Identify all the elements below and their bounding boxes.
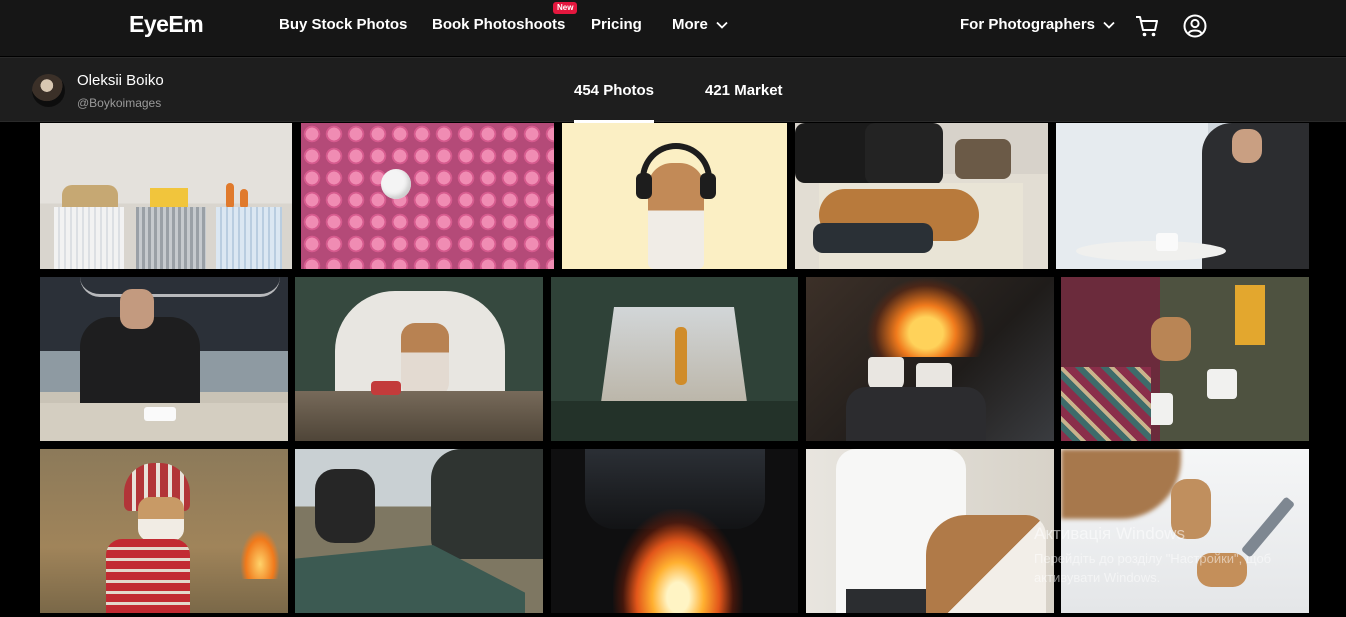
photo-tile[interactable] (795, 123, 1048, 269)
photo-tile[interactable] (301, 123, 554, 269)
nav-buy-stock-photos[interactable]: Buy Stock Photos (279, 16, 407, 33)
tab-market[interactable]: 421 Market (705, 82, 783, 99)
user-circle-icon[interactable] (1182, 13, 1208, 39)
nav-more-dropdown[interactable]: More (672, 16, 728, 33)
profile-bar: Oleksii Boiko @Boykoimages 454 Photos 42… (0, 57, 1346, 123)
tab-photos[interactable]: 454 Photos (574, 82, 655, 123)
photo-tile[interactable] (1061, 277, 1309, 441)
top-navigation: EyeEm Buy Stock Photos Book Photoshoots … (0, 0, 1346, 56)
avatar[interactable] (32, 74, 65, 107)
photo-tile[interactable] (1056, 123, 1309, 269)
for-photographers-dropdown[interactable]: For Photographers (960, 16, 1115, 33)
photo-tile[interactable] (551, 449, 798, 613)
photo-tile[interactable] (562, 123, 787, 269)
new-badge: New (553, 2, 578, 14)
windows-activation-text: Перейдіть до розділу "Настройки", щоб ак… (1034, 549, 1271, 587)
nav-book-photoshoots[interactable]: Book Photoshoots (432, 16, 565, 33)
photo-tile[interactable] (295, 277, 543, 441)
photo-tile[interactable] (551, 277, 798, 441)
windows-activation-line: активувати Windows. (1034, 570, 1161, 585)
nav-pricing[interactable]: Pricing (591, 16, 642, 33)
photo-tile[interactable] (806, 277, 1054, 441)
profile-name[interactable]: Oleksii Boiko (77, 72, 164, 89)
chevron-down-icon (1103, 21, 1115, 29)
cart-icon[interactable] (1134, 13, 1160, 39)
photo-tile[interactable] (40, 123, 292, 269)
photo-tile[interactable] (806, 449, 1054, 613)
for-photographers-label: For Photographers (960, 16, 1096, 33)
windows-activation-title: Активація Windows (1034, 524, 1185, 543)
windows-activation-line: Перейдіть до розділу "Настройки", щоб (1034, 551, 1272, 566)
nav-more-label: More (672, 16, 708, 33)
photo-tile[interactable] (295, 449, 543, 613)
photo-tile[interactable] (40, 277, 288, 441)
chevron-down-icon (716, 21, 728, 29)
profile-handle: @Boykoimages (77, 96, 162, 110)
photo-tile[interactable] (40, 449, 288, 613)
eyeem-logo[interactable]: EyeEm (129, 11, 204, 38)
